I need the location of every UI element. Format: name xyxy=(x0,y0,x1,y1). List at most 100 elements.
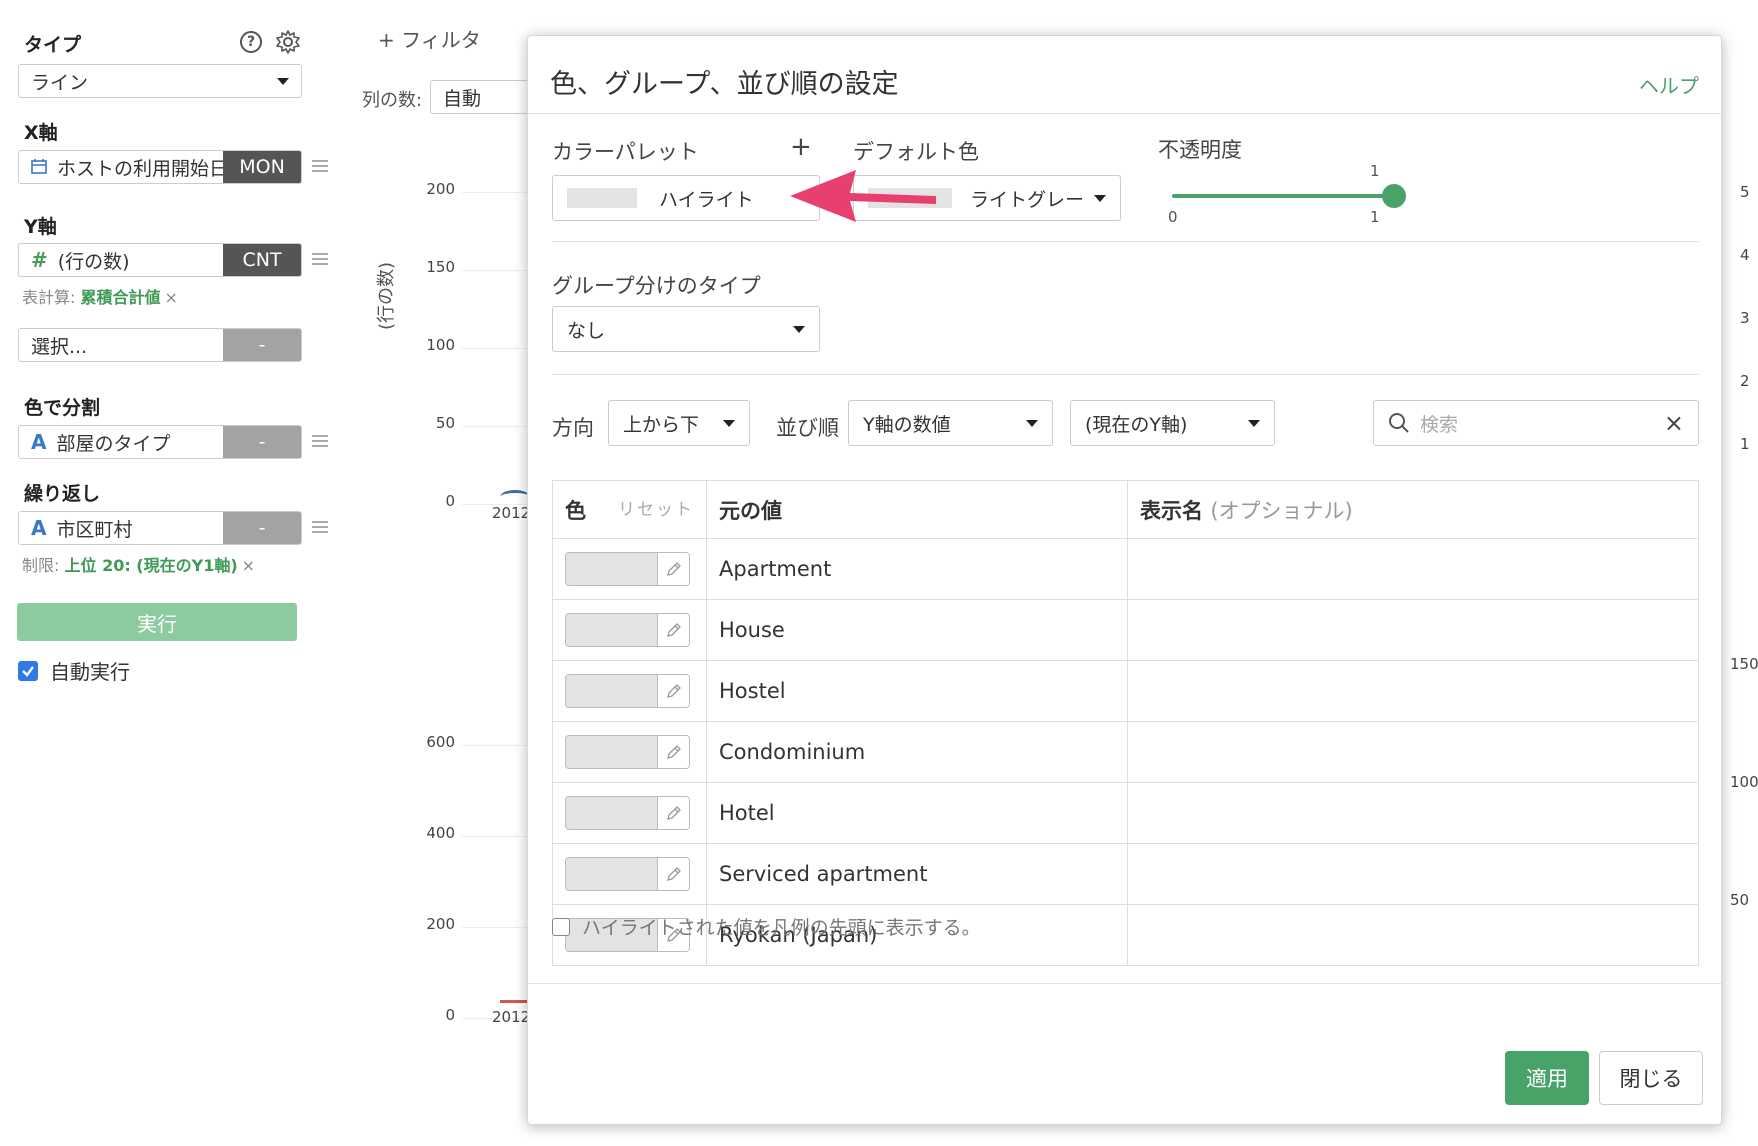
row-display-name-input[interactable] xyxy=(1127,660,1699,722)
chevron-down-icon xyxy=(723,419,735,427)
repeat-aggregation[interactable]: - xyxy=(223,512,301,544)
sort-target-select[interactable]: (現在のY軸) xyxy=(1070,400,1275,446)
title-divider xyxy=(528,113,1721,114)
columns-select[interactable]: 自動 xyxy=(430,80,540,114)
y-axis-menu-icon[interactable] xyxy=(312,253,328,265)
row-color-picker[interactable] xyxy=(565,796,690,830)
section-divider xyxy=(552,241,1699,242)
palette-swatch xyxy=(567,188,637,208)
direction-label: 方向 xyxy=(552,416,594,440)
chevron-down-icon xyxy=(793,325,805,333)
footer-divider xyxy=(528,983,1721,984)
repeat-field-name: 市区町村 xyxy=(56,518,133,541)
row-color-swatch[interactable] xyxy=(566,797,657,829)
row-color-swatch[interactable] xyxy=(566,553,657,585)
row-display-name-input[interactable] xyxy=(1127,599,1699,661)
chevron-down-icon xyxy=(1026,419,1038,427)
reset-colors-button[interactable]: リセット xyxy=(618,495,694,520)
row-color-swatch[interactable] xyxy=(566,675,657,707)
gridline xyxy=(462,426,530,427)
right-y-tick: 1 xyxy=(1740,435,1750,453)
chevron-down-icon xyxy=(1248,419,1260,427)
eyedropper-icon[interactable] xyxy=(657,553,689,585)
help-icon[interactable]: ? xyxy=(240,31,262,53)
close-button[interactable]: 閉じる xyxy=(1599,1051,1703,1105)
limit-remove-icon[interactable]: × xyxy=(242,556,255,575)
gear-icon[interactable] xyxy=(275,29,301,55)
row-display-name-input[interactable] xyxy=(1127,782,1699,844)
calendar-icon xyxy=(31,155,47,179)
right-y-tick: 4 xyxy=(1740,246,1750,264)
color-split-menu-icon[interactable] xyxy=(312,435,328,447)
search-placeholder: 検索 xyxy=(1420,413,1459,436)
eyedropper-icon[interactable] xyxy=(657,675,689,707)
row-color-picker[interactable] xyxy=(565,857,690,891)
row-original-value: House xyxy=(706,599,1128,661)
row-display-name-input[interactable] xyxy=(1127,904,1699,966)
eyedropper-icon[interactable] xyxy=(657,736,689,768)
chart-type-select[interactable]: ライン xyxy=(18,64,302,98)
columns-value: 自動 xyxy=(443,87,482,110)
bottom-y-tick: 200 xyxy=(426,915,455,933)
direction-select[interactable]: 上から下 xyxy=(608,400,750,446)
row-color-picker[interactable] xyxy=(565,552,690,586)
value-table: 色 リセット 元の値 表示名 (オプショナル) Apartment House Ho… xyxy=(552,480,1699,966)
row-color-cell xyxy=(552,721,707,783)
color-split-field[interactable]: A 部屋のタイプ - xyxy=(18,425,302,459)
row-color-picker[interactable] xyxy=(565,674,690,708)
row-display-name-input[interactable] xyxy=(1127,843,1699,905)
color-split-aggregation[interactable]: - xyxy=(223,426,301,458)
palette-select[interactable]: ハイライト xyxy=(552,175,820,221)
opacity-slider-handle[interactable] xyxy=(1382,184,1406,208)
limit-value[interactable]: 上位 20: (現在のY1軸) xyxy=(65,556,238,575)
run-button[interactable]: 実行 xyxy=(17,603,297,641)
right-y-tick: 50 xyxy=(1730,891,1750,909)
palette-add-button[interactable]: + xyxy=(790,132,812,162)
opacity-slider-track[interactable] xyxy=(1172,184,1406,208)
y-axis-field[interactable]: # (行の数) CNT xyxy=(18,243,302,277)
row-color-swatch[interactable] xyxy=(566,858,657,890)
y-axis-aggregation[interactable]: CNT xyxy=(223,244,301,276)
highlight-first-checkbox[interactable] xyxy=(552,917,570,936)
palette-value: ハイライト xyxy=(659,188,754,211)
eyedropper-icon[interactable] xyxy=(657,858,689,890)
hash-icon: # xyxy=(31,248,48,272)
row-color-picker[interactable] xyxy=(565,613,690,647)
search-input[interactable]: 検索 × xyxy=(1373,400,1699,446)
apply-button[interactable]: 適用 xyxy=(1505,1051,1589,1105)
gridline xyxy=(462,745,530,746)
eyedropper-icon[interactable] xyxy=(657,797,689,829)
row-color-swatch[interactable] xyxy=(566,614,657,646)
help-link[interactable]: ヘルプ xyxy=(1639,70,1699,99)
y2-axis-aggregation[interactable]: - xyxy=(223,329,301,361)
table-calc-remove-icon[interactable]: × xyxy=(165,288,178,307)
top-y-tick: 50 xyxy=(435,414,455,432)
row-original-value: Serviced apartment xyxy=(706,843,1128,905)
row-color-cell xyxy=(552,599,707,661)
table-row: Condominium xyxy=(552,721,1699,783)
table-calc-value[interactable]: 累積合計値 xyxy=(81,288,161,307)
x-axis-aggregation[interactable]: MON xyxy=(223,151,301,183)
display-name-label: 表示名 xyxy=(1140,498,1203,523)
repeat-field[interactable]: A 市区町村 - xyxy=(18,511,302,545)
auto-run-checkbox[interactable] xyxy=(18,660,38,681)
row-display-name-input[interactable] xyxy=(1127,538,1699,600)
repeat-menu-icon[interactable] xyxy=(312,521,328,533)
gridline xyxy=(462,192,530,193)
repeat-label: 繰り返し xyxy=(24,483,101,505)
y2-axis-field[interactable]: 選択... - xyxy=(18,328,302,362)
group-type-select[interactable]: なし xyxy=(552,306,820,352)
sort-select[interactable]: Y軸の数値 xyxy=(848,400,1053,446)
row-color-cell xyxy=(552,782,707,844)
clear-search-icon[interactable]: × xyxy=(1664,409,1684,437)
opacity-max: 1 xyxy=(1370,208,1380,226)
table-calc-prefix: 表計算: xyxy=(22,288,76,307)
add-filter-button[interactable]: + フィルタ xyxy=(378,24,481,53)
x-axis-menu-icon[interactable] xyxy=(312,160,328,172)
x-axis-field[interactable]: ホストの利用開始日 MON xyxy=(18,150,302,184)
group-type-value: なし xyxy=(567,319,606,342)
row-color-swatch[interactable] xyxy=(566,736,657,768)
row-color-picker[interactable] xyxy=(565,735,690,769)
row-display-name-input[interactable] xyxy=(1127,721,1699,783)
eyedropper-icon[interactable] xyxy=(657,614,689,646)
